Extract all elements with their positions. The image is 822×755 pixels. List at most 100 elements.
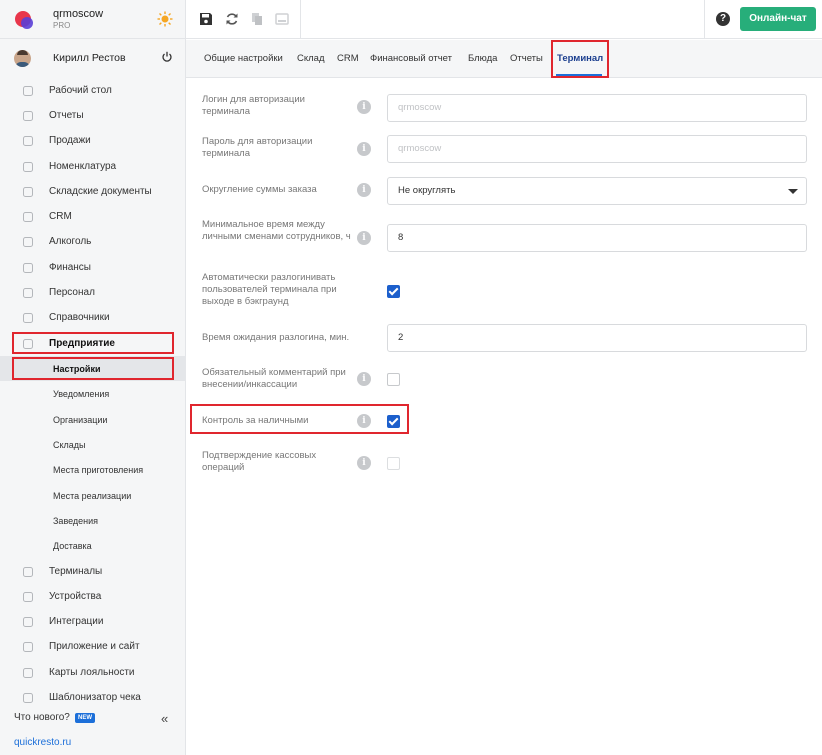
tab-general[interactable]: Общие настройки: [204, 53, 283, 64]
sidebar-item[interactable]: Финансы: [0, 255, 186, 280]
receipt-icon: [22, 692, 34, 704]
password-field[interactable]: qrmoscow: [387, 135, 807, 163]
card-icon: [22, 667, 34, 679]
auto-logout-checkbox[interactable]: [387, 285, 400, 298]
sidebar-item-label: Интеграции: [49, 616, 104, 627]
terminal-icon: [22, 566, 34, 578]
basket-icon: [22, 135, 34, 147]
save-icon[interactable]: [199, 12, 213, 26]
min-time-field[interactable]: 8: [387, 224, 807, 252]
sidebar-item-label: Шаблонизатор чека: [49, 692, 141, 703]
tab-crm[interactable]: CRM: [337, 53, 359, 64]
store-icon: [22, 338, 34, 350]
sidebar: qrmoscow PRO Кирилл Рестов Рабочий стол О…: [0, 0, 186, 755]
sidebar-item[interactable]: Терминалы: [0, 559, 186, 584]
sidebar-item-label: Складские документы: [49, 186, 152, 197]
avatar[interactable]: [14, 50, 31, 67]
confirm-checkbox[interactable]: [387, 457, 400, 470]
password-label: Пароль для авторизации терминала: [202, 136, 313, 159]
sidebar-subitem[interactable]: Уведомления: [0, 381, 186, 406]
tab-financial-report[interactable]: Финансовый отчет: [370, 53, 452, 64]
sidebar-subitem-label: Места реализации: [53, 491, 132, 501]
sidebar-item[interactable]: Интеграции: [0, 609, 186, 634]
active-tab-indicator: [556, 74, 602, 76]
sidebar-item[interactable]: Устройства: [0, 584, 186, 609]
refresh-icon[interactable]: [225, 12, 239, 26]
sidebar-item[interactable]: Продажи: [0, 128, 186, 153]
tray-icon: [275, 13, 289, 25]
user-name[interactable]: Кирилл Рестов: [53, 52, 126, 64]
min-time-label: Минимальное время между личными сменами …: [202, 219, 351, 242]
sidebar-item-label: Номенклатура: [49, 161, 117, 172]
sidebar-subitem[interactable]: Доставка: [0, 533, 186, 558]
sun-icon[interactable]: [157, 11, 173, 27]
sidebar-item[interactable]: Номенклатура: [0, 154, 186, 179]
brand-name[interactable]: qrmoscow: [53, 8, 103, 20]
sidebar-item-label: CRM: [49, 211, 72, 222]
info-icon[interactable]: i: [357, 231, 371, 245]
user-block[interactable]: Кирилл Рестов: [0, 40, 186, 76]
comment-checkbox[interactable]: [387, 373, 400, 386]
sidebar-subitem-label: Настройки: [53, 364, 101, 374]
sidebar-subitem[interactable]: Организации: [0, 407, 186, 432]
info-icon[interactable]: i: [357, 414, 371, 428]
confirm-label: Подтверждение кассовых операций: [202, 450, 317, 473]
sidebar-item[interactable]: Приложение и сайт: [0, 634, 186, 659]
sidebar-item[interactable]: Алкоголь: [0, 229, 186, 254]
sidebar-subitem-label: Доставка: [53, 541, 92, 551]
info-icon[interactable]: i: [357, 456, 371, 470]
wallet-icon: [22, 262, 34, 274]
sidebar-item[interactable]: Предприятие: [0, 331, 186, 356]
sidebar-item[interactable]: Шаблонизатор чека: [0, 685, 186, 710]
tab-warehouse[interactable]: Склад: [297, 53, 325, 64]
info-icon[interactable]: i: [357, 372, 371, 386]
sidebar-item-label: Предприятие: [49, 338, 115, 349]
help-icon[interactable]: ?: [716, 12, 730, 26]
sidebar-subitem[interactable]: Места приготовления: [0, 457, 186, 482]
people-icon: [22, 211, 34, 223]
sidebar-item-label: Рабочий стол: [49, 85, 112, 96]
power-icon[interactable]: [161, 51, 173, 63]
copy-icon: [252, 13, 262, 25]
toolbar-divider: [300, 0, 301, 39]
online-chat-button[interactable]: Онлайн-чат: [740, 7, 816, 31]
whats-new-link[interactable]: Что нового?: [14, 712, 70, 723]
brand-tier: PRO: [53, 21, 71, 30]
sidebar-item[interactable]: Рабочий стол: [0, 78, 186, 103]
sidebar-subitem[interactable]: Заведения: [0, 508, 186, 533]
sidebar-item[interactable]: Складские документы: [0, 179, 186, 204]
link-icon: [22, 616, 34, 628]
monitor-icon: [22, 641, 34, 653]
sidebar-item-label: Справочники: [49, 312, 110, 323]
tab-dishes[interactable]: Блюда: [468, 53, 497, 64]
topbar: ? Онлайн-чат: [186, 0, 822, 39]
info-icon[interactable]: i: [357, 183, 371, 197]
tab-terminal[interactable]: Терминал: [557, 53, 603, 64]
collapse-sidebar-button[interactable]: «: [161, 711, 168, 726]
rounding-select-value: Не округлять: [398, 185, 456, 196]
sidebar-item[interactable]: Персонал: [0, 280, 186, 305]
site-link[interactable]: quickresto.ru: [14, 737, 71, 748]
sidebar-item[interactable]: Отчеты: [0, 103, 186, 128]
glass-icon: [22, 236, 34, 248]
sidebar-item[interactable]: CRM: [0, 204, 186, 229]
tab-reports[interactable]: Отчеты: [510, 53, 543, 64]
rounding-label: Округление суммы заказа: [202, 184, 317, 195]
info-icon[interactable]: i: [357, 142, 371, 156]
cash-control-checkbox[interactable]: [387, 415, 400, 428]
rounding-select[interactable]: Не округлять: [387, 177, 807, 205]
sidebar-subitem[interactable]: Склады: [0, 432, 186, 457]
logout-wait-field[interactable]: 2: [387, 324, 807, 352]
sidebar-item-label: Алкоголь: [49, 236, 92, 247]
info-icon[interactable]: i: [357, 100, 371, 114]
sidebar-subitem[interactable]: Места реализации: [0, 483, 186, 508]
sidebar-subitem[interactable]: Настройки: [0, 356, 186, 381]
printer-icon: [22, 591, 34, 603]
logout-wait-label: Время ожидания разлогина, мин.: [202, 332, 350, 343]
sidebar-item[interactable]: Справочники: [0, 305, 186, 330]
toolbar-divider: [704, 0, 705, 39]
cash-control-label: Контроль за наличными: [202, 415, 309, 426]
login-field[interactable]: qrmoscow: [387, 94, 807, 122]
sidebar-item[interactable]: Карты лояльности: [0, 660, 186, 685]
new-badge: NEW: [75, 713, 95, 723]
